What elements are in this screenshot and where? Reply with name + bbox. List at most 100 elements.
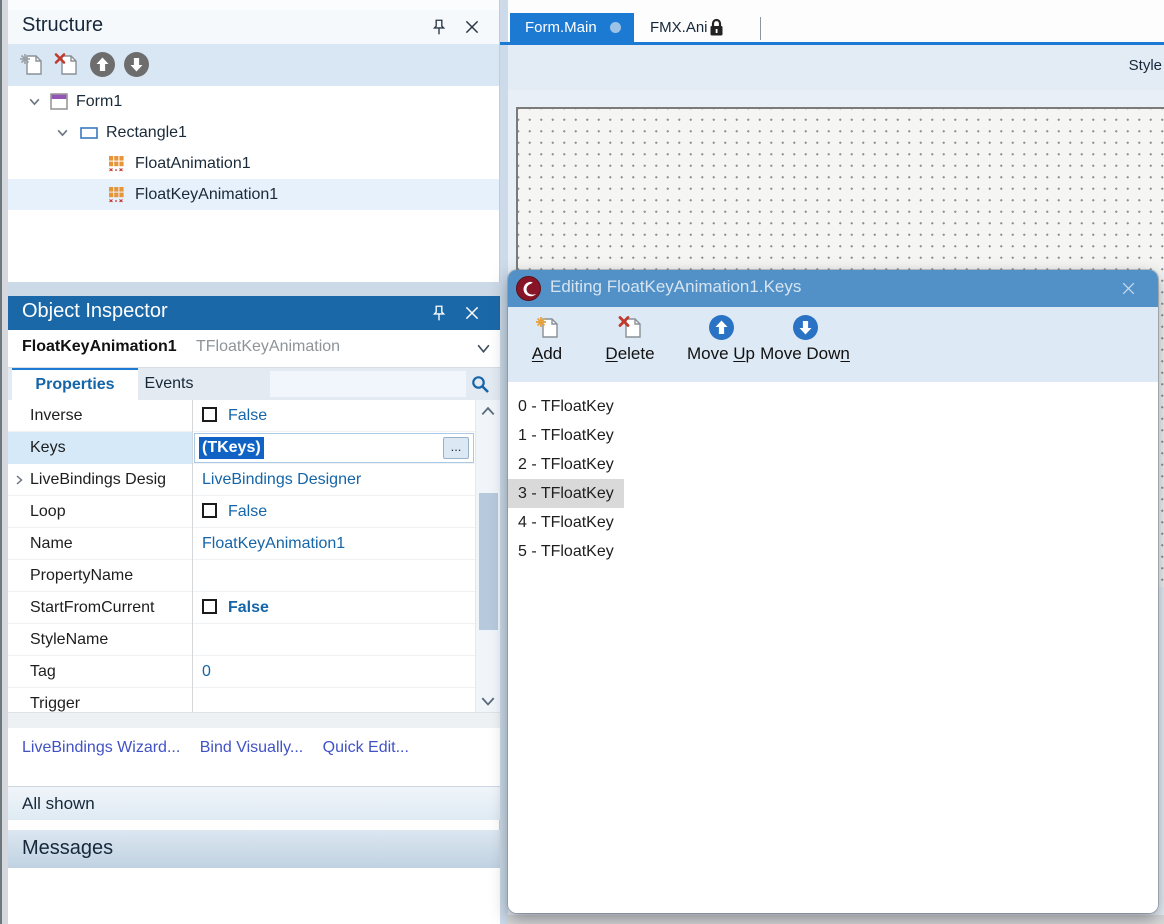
- property-value[interactable]: [194, 624, 474, 656]
- chevron-down-icon[interactable]: [476, 342, 491, 355]
- property-label: Tag: [8, 656, 193, 688]
- property-label: Inverse: [8, 400, 193, 432]
- livebindings-links-row: LiveBindings Wizard... Bind Visually... …: [8, 728, 500, 786]
- button-label: U: [733, 344, 745, 363]
- property-value[interactable]: 0: [194, 656, 474, 688]
- property-row-livebindings[interactable]: LiveBindings Desig LiveBindings Designer: [8, 464, 500, 496]
- list-item[interactable]: 4 - TFloatKey: [508, 508, 1158, 537]
- animation-icon: [108, 186, 125, 203]
- property-row-loop[interactable]: Loop False: [8, 496, 500, 528]
- property-label: Trigger: [8, 688, 193, 712]
- delete-item-icon[interactable]: [53, 51, 80, 78]
- property-label: Name: [8, 528, 193, 560]
- scroll-down-icon[interactable]: [480, 695, 496, 707]
- property-value[interactable]: False: [228, 407, 267, 424]
- structure-title-bar: Structure: [8, 10, 499, 44]
- list-item[interactable]: 1 - TFloatKey: [508, 421, 1158, 450]
- instance-name: FloatKeyAnimation1: [22, 338, 177, 356]
- property-row-trigger[interactable]: Trigger: [8, 688, 500, 712]
- tab-properties[interactable]: Properties: [12, 368, 138, 400]
- tab-events[interactable]: Events: [138, 368, 200, 400]
- checkbox[interactable]: [202, 503, 217, 518]
- chevron-down-icon[interactable]: [56, 126, 69, 139]
- tab-label: FMX.Ani: [650, 19, 708, 36]
- dialog-title-bar[interactable]: Editing FloatKeyAnimation1.Keys: [508, 270, 1158, 307]
- property-row-name[interactable]: Name FloatKeyAnimation1: [8, 528, 500, 560]
- scrollbar-thumb[interactable]: [479, 493, 498, 630]
- close-icon[interactable]: [463, 18, 481, 36]
- property-row-propertyname[interactable]: PropertyName: [8, 560, 500, 592]
- checkbox[interactable]: [202, 407, 217, 422]
- modified-dot-icon: [610, 22, 621, 33]
- bind-visually-link[interactable]: Bind Visually...: [200, 739, 303, 756]
- rectangle-icon: [80, 127, 98, 139]
- structure-panel: Structure: [8, 0, 499, 210]
- list-item[interactable]: 5 - TFloatKey: [508, 537, 1158, 566]
- editor-tab-bar: Form.Main FMX.Ani: [508, 0, 1164, 42]
- property-value[interactable]: False: [228, 503, 267, 520]
- delete-button[interactable]: Delete: [596, 314, 664, 376]
- scroll-up-icon[interactable]: [480, 405, 496, 417]
- property-label: StyleName: [8, 624, 193, 656]
- structure-toolbar: [8, 44, 499, 86]
- dialog-title: Editing FloatKeyAnimation1.Keys: [550, 277, 801, 297]
- tree-item-label: Rectangle1: [106, 117, 187, 148]
- list-item[interactable]: 2 - TFloatKey: [508, 450, 1158, 479]
- property-row-startfromcurrent[interactable]: StartFromCurrent False: [8, 592, 500, 624]
- dialog-toolbar: Add Delete Move Up Move Down: [508, 307, 1158, 382]
- instance-selector[interactable]: FloatKeyAnimation1 TFloatKeyAnimation: [8, 330, 500, 368]
- move-up-icon[interactable]: [89, 51, 116, 78]
- scrollbar[interactable]: [475, 400, 500, 712]
- property-row-keys[interactable]: Keys (TKeys) ...: [8, 432, 500, 464]
- tab-form-main[interactable]: Form.Main: [510, 13, 634, 42]
- tree-item-form1[interactable]: Form1: [8, 86, 499, 117]
- property-value[interactable]: FloatKeyAnimation1: [194, 528, 474, 560]
- search-icon[interactable]: [470, 374, 491, 395]
- move-down-icon[interactable]: [123, 51, 150, 78]
- filter-status-bar: All shown: [8, 786, 500, 820]
- move-up-button[interactable]: Move Up: [681, 314, 761, 376]
- property-label: LiveBindings Desig: [8, 464, 193, 496]
- property-value[interactable]: False: [228, 599, 269, 616]
- add-button[interactable]: Add: [517, 314, 577, 376]
- form-icon: [50, 93, 68, 110]
- property-row-inverse[interactable]: Inverse False: [8, 400, 500, 432]
- messages-panel-header[interactable]: Messages: [8, 830, 500, 868]
- animation-icon: [108, 155, 125, 172]
- designer-toolbar: Style: [508, 45, 1164, 90]
- property-row-stylename[interactable]: StyleName: [8, 624, 500, 656]
- tree-item-floatkeyanimation1[interactable]: FloatKeyAnimation1: [8, 179, 499, 210]
- button-label: n: [840, 344, 849, 363]
- pin-icon[interactable]: [430, 18, 448, 36]
- livebindings-wizard-link[interactable]: LiveBindings Wizard...: [22, 739, 180, 756]
- add-item-icon[interactable]: [18, 51, 45, 78]
- chevron-down-icon[interactable]: [28, 95, 41, 108]
- keys-value-editor[interactable]: (TKeys) ...: [194, 433, 474, 463]
- property-value[interactable]: LiveBindings Designer: [194, 464, 474, 496]
- pin-icon[interactable]: [430, 304, 448, 322]
- tree-item-floatanimation1[interactable]: FloatAnimation1: [8, 148, 499, 179]
- quick-edit-link[interactable]: Quick Edit...: [323, 739, 409, 756]
- move-down-button[interactable]: Move Down: [755, 314, 855, 376]
- tab-label: Form.Main: [525, 19, 597, 36]
- property-value[interactable]: [194, 560, 474, 592]
- property-label: Loop: [8, 496, 193, 528]
- close-icon[interactable]: [1120, 280, 1137, 297]
- list-item-selected[interactable]: 3 - TFloatKey: [508, 479, 1158, 508]
- list-item[interactable]: 0 - TFloatKey: [508, 392, 1158, 421]
- property-value[interactable]: [194, 688, 474, 712]
- tab-fmx-ani[interactable]: FMX.Ani: [634, 13, 756, 42]
- style-selector-label[interactable]: Style: [1129, 57, 1162, 74]
- property-search-input[interactable]: [270, 371, 466, 397]
- lock-icon: [708, 18, 725, 37]
- checkbox[interactable]: [202, 599, 217, 614]
- property-row-tag[interactable]: Tag 0: [8, 656, 500, 688]
- object-inspector-title-bar: Object Inspector: [8, 296, 500, 330]
- ellipsis-button[interactable]: ...: [443, 437, 469, 459]
- dock-splitter[interactable]: [500, 0, 508, 924]
- panel-gap: [8, 712, 500, 728]
- tree-item-rectangle1[interactable]: Rectangle1: [8, 117, 499, 148]
- tab-separator: [760, 17, 761, 40]
- property-value-selected[interactable]: (TKeys): [199, 437, 264, 459]
- close-icon[interactable]: [463, 304, 481, 322]
